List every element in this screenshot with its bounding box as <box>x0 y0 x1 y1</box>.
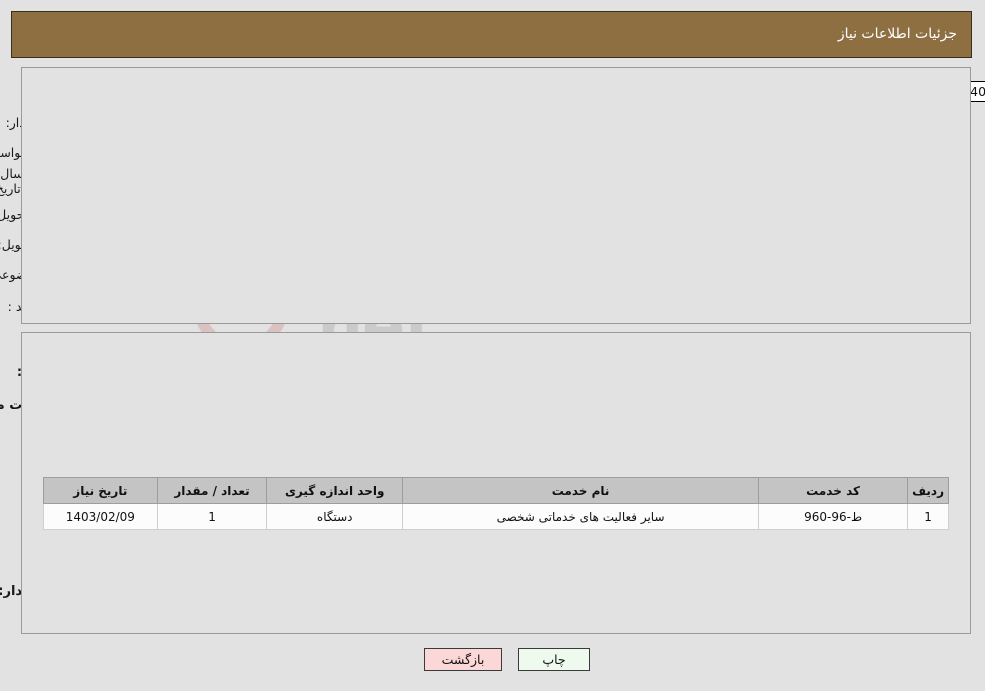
table-row: 1 ط-96-960 سایر فعالیت های خدماتی شخصی د… <box>44 503 950 530</box>
print-button[interactable]: چاپ <box>519 648 591 671</box>
page-root: AriaTender .net جزئیات اطلاعات نیاز شمار… <box>0 0 985 691</box>
back-button[interactable]: بازگشت <box>425 648 503 671</box>
cell-name: سایر فعالیت های خدماتی شخصی <box>403 503 761 530</box>
table-header-code: کد خدمت <box>759 477 910 504</box>
table-header-date: تاریخ نیاز <box>44 477 159 504</box>
table-header-row: ردیف کد خدمت نام خدمت واحد اندازه گیری ت… <box>44 477 950 504</box>
cell-code: ط-96-960 <box>759 503 910 530</box>
table-header-qty: تعداد / مقدار <box>157 477 269 504</box>
cell-date: 1403/02/09 <box>44 503 159 530</box>
table-header-unit: واحد اندازه گیری <box>267 477 405 504</box>
cell-qty: 1 <box>157 503 269 530</box>
header-bar: جزئیات اطلاعات نیاز <box>12 11 973 58</box>
services-table: ردیف کد خدمت نام خدمت واحد اندازه گیری ت… <box>44 477 950 530</box>
need-info-panel <box>22 67 972 324</box>
cell-radif: 1 <box>908 503 950 530</box>
table-header-name: نام خدمت <box>403 477 761 504</box>
page-title: جزئیات اطلاعات نیاز <box>838 26 958 42</box>
cell-unit: دستگاه <box>267 503 405 530</box>
table-header-radif: ردیف <box>908 477 950 504</box>
